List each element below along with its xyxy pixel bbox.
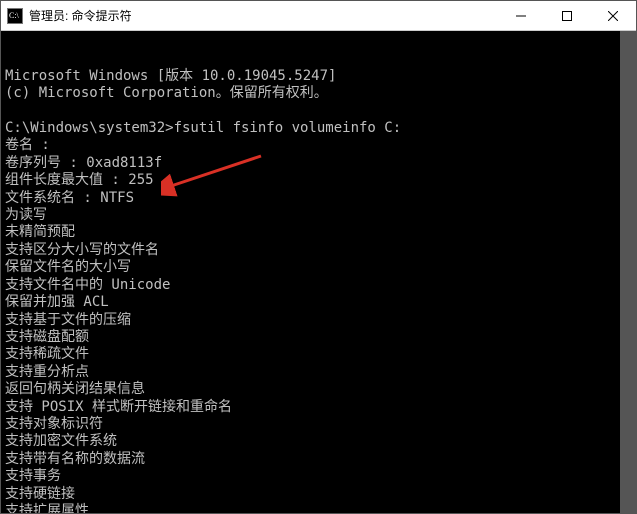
terminal-line: 为读写 bbox=[5, 207, 632, 224]
terminal-line: 支持扩展属性 bbox=[5, 503, 632, 513]
terminal-line: 支持事务 bbox=[5, 468, 632, 485]
maximize-button[interactable] bbox=[544, 1, 590, 31]
command-prompt-window: C:\ 管理员: 命令提示符 Microsoft Windows [版本 10.… bbox=[0, 0, 637, 514]
close-button[interactable] bbox=[590, 1, 636, 31]
terminal-line: 支持区分大小写的文件名 bbox=[5, 242, 632, 259]
terminal-line: 保留并加强 ACL bbox=[5, 294, 632, 311]
terminal-line: 文件系统名 : NTFS bbox=[5, 190, 632, 207]
terminal-line: 未精简预配 bbox=[5, 224, 632, 241]
terminal-line: 卷序列号 : 0xad8113f bbox=[5, 155, 632, 172]
terminal-line: Microsoft Windows [版本 10.0.19045.5247] bbox=[5, 68, 632, 85]
scrollbar-thumb[interactable] bbox=[620, 31, 636, 513]
window-title: 管理员: 命令提示符 bbox=[29, 7, 498, 24]
terminal-line: 返回句柄关闭结果信息 bbox=[5, 381, 632, 398]
svg-text:C:\: C:\ bbox=[9, 11, 20, 20]
terminal-line: 支持对象标识符 bbox=[5, 416, 632, 433]
terminal-line: 支持 POSIX 样式断开链接和重命名 bbox=[5, 399, 632, 416]
terminal-output[interactable]: Microsoft Windows [版本 10.0.19045.5247](c… bbox=[1, 31, 636, 513]
window-titlebar[interactable]: C:\ 管理员: 命令提示符 bbox=[1, 1, 636, 31]
scrollbar-track[interactable] bbox=[620, 31, 636, 513]
terminal-line: 支持文件名中的 Unicode bbox=[5, 277, 632, 294]
terminal-line: 卷名 : bbox=[5, 137, 632, 154]
terminal-line: 组件长度最大值 : 255 bbox=[5, 172, 632, 189]
terminal-line: 支持重分析点 bbox=[5, 364, 632, 381]
terminal-line: 支持加密文件系统 bbox=[5, 433, 632, 450]
terminal-line: 支持硬链接 bbox=[5, 486, 632, 503]
terminal-line: C:\Windows\system32>fsutil fsinfo volume… bbox=[5, 120, 632, 137]
minimize-button[interactable] bbox=[498, 1, 544, 31]
cmd-icon: C:\ bbox=[7, 8, 23, 24]
terminal-line bbox=[5, 103, 632, 120]
terminal-line: 保留文件名的大小写 bbox=[5, 259, 632, 276]
terminal-line: 支持带有名称的数据流 bbox=[5, 451, 632, 468]
terminal-line: 支持基于文件的压缩 bbox=[5, 312, 632, 329]
terminal-line: 支持稀疏文件 bbox=[5, 346, 632, 363]
terminal-line: 支持磁盘配额 bbox=[5, 329, 632, 346]
terminal-line: (c) Microsoft Corporation。保留所有权利。 bbox=[5, 85, 632, 102]
window-controls bbox=[498, 1, 636, 30]
